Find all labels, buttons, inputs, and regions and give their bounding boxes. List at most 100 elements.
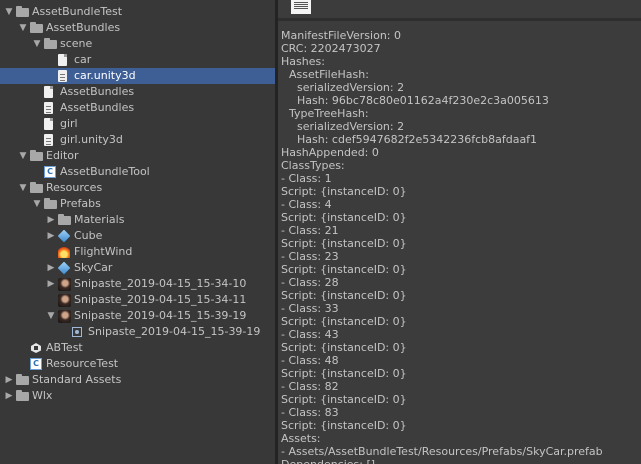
manifest-line: Script: {instanceID: 0} bbox=[281, 289, 407, 302]
expanded-arrow-icon[interactable]: ▼ bbox=[17, 148, 29, 164]
no-arrow bbox=[31, 116, 43, 132]
tree-item-standard-assets[interactable]: ▶ Standard Assets bbox=[0, 372, 275, 388]
collapsed-arrow-icon[interactable]: ▶ bbox=[45, 212, 57, 228]
inspector-header-divider bbox=[278, 18, 641, 21]
collapsed-arrow-icon[interactable]: ▶ bbox=[45, 260, 57, 276]
tree-item-label: scene bbox=[60, 37, 93, 50]
expanded-arrow-icon[interactable]: ▼ bbox=[17, 180, 29, 196]
folder-icon bbox=[58, 214, 71, 225]
manifest-line: Hash: 96bc78c80e01162a4f230e2c3a005613 bbox=[297, 94, 549, 107]
tree-item-assetbundles-manifest[interactable]: AssetBundles bbox=[0, 100, 275, 116]
tree-item-wlx[interactable]: ▶ Wlx bbox=[0, 388, 275, 404]
expanded-arrow-icon[interactable]: ▼ bbox=[45, 308, 57, 324]
collapsed-arrow-icon[interactable]: ▶ bbox=[45, 276, 57, 292]
expanded-arrow-icon[interactable]: ▼ bbox=[17, 20, 29, 36]
expanded-arrow-icon[interactable]: ▼ bbox=[31, 196, 43, 212]
tree-item-girl[interactable]: girl bbox=[0, 116, 275, 132]
manifest-line: Script: {instanceID: 0} bbox=[281, 367, 407, 380]
no-arrow bbox=[45, 52, 57, 68]
manifest-line: TypeTreeHash: bbox=[289, 107, 369, 120]
tree-item-skycar[interactable]: ▶ SkyCar bbox=[0, 260, 275, 276]
tree-item-snipaste-3-sprite[interactable]: Snipaste_2019-04-15_15-39-19 bbox=[0, 324, 275, 340]
tree-item-abtest[interactable]: ABTest bbox=[0, 340, 275, 356]
tree-item-label: Snipaste_2019-04-15_15-34-11 bbox=[74, 293, 247, 306]
tree-item-car[interactable]: car bbox=[0, 52, 275, 68]
particle-fire-icon bbox=[58, 246, 70, 258]
tree-item-label: car bbox=[74, 53, 92, 66]
tree-item-car-unity3d[interactable]: car.unity3d bbox=[0, 68, 275, 84]
tree-item-snipaste-2[interactable]: Snipaste_2019-04-15_15-34-11 bbox=[0, 292, 275, 308]
tree-item-editor[interactable]: ▼ Editor bbox=[0, 148, 275, 164]
text-file-icon bbox=[44, 102, 53, 114]
folder-icon bbox=[30, 22, 43, 33]
tree-item-assetbundletest[interactable]: ▼ AssetBundleTest bbox=[0, 4, 275, 20]
manifest-line: - Class: 4 bbox=[281, 198, 332, 211]
collapsed-arrow-icon[interactable]: ▶ bbox=[3, 388, 15, 404]
no-arrow bbox=[31, 164, 43, 180]
manifest-line: Script: {instanceID: 0} bbox=[281, 393, 407, 406]
manifest-line: AssetFileHash: bbox=[289, 68, 369, 81]
no-arrow bbox=[45, 68, 57, 84]
no-arrow bbox=[59, 324, 71, 340]
folder-icon bbox=[30, 150, 43, 161]
asset-preview-thumbnail bbox=[291, 0, 311, 14]
tree-item-assetbundles-folder[interactable]: ▼ AssetBundles bbox=[0, 20, 275, 36]
manifest-line: Script: {instanceID: 0} bbox=[281, 237, 407, 250]
text-file-icon bbox=[58, 70, 67, 82]
tree-item-flightwind[interactable]: FlightWind bbox=[0, 244, 275, 260]
manifest-line: - Class: 43 bbox=[281, 328, 339, 341]
manifest-line: - Class: 21 bbox=[281, 224, 339, 237]
file-icon bbox=[58, 54, 67, 66]
tree-item-snipaste-1[interactable]: ▶ Snipaste_2019-04-15_15-34-10 bbox=[0, 276, 275, 292]
collapsed-arrow-icon[interactable]: ▶ bbox=[3, 372, 15, 388]
folder-icon bbox=[16, 374, 29, 385]
no-arrow bbox=[17, 356, 29, 372]
folder-icon bbox=[44, 38, 57, 49]
prefab-cube-icon bbox=[57, 229, 71, 243]
tree-item-label: Materials bbox=[74, 213, 125, 226]
tree-item-label: AssetBundles bbox=[60, 85, 135, 98]
tree-item-materials[interactable]: ▶ Materials bbox=[0, 212, 275, 228]
expanded-arrow-icon[interactable]: ▼ bbox=[3, 4, 15, 20]
inspector-panel: ManifestFileVersion: 0 CRC: 2202473027 Has… bbox=[278, 0, 641, 464]
collapsed-arrow-icon[interactable]: ▶ bbox=[45, 228, 57, 244]
manifest-line: Dependencies: [] bbox=[281, 458, 375, 464]
manifest-line: - Class: 23 bbox=[281, 250, 339, 263]
tree-item-girl-unity3d[interactable]: girl.unity3d bbox=[0, 132, 275, 148]
tree-item-label: ResourceTest bbox=[46, 357, 119, 370]
manifest-line: Script: {instanceID: 0} bbox=[281, 341, 407, 354]
image-thumbnail-icon bbox=[58, 310, 71, 323]
tree-item-resources[interactable]: ▼ Resources bbox=[0, 180, 275, 196]
tree-item-snipaste-3[interactable]: ▼ Snipaste_2019-04-15_15-39-19 bbox=[0, 308, 275, 324]
no-arrow bbox=[31, 84, 43, 100]
tree-item-cube[interactable]: ▶ Cube bbox=[0, 228, 275, 244]
tree-item-label: FlightWind bbox=[74, 245, 133, 258]
tree-item-label: AssetBundleTest bbox=[32, 5, 123, 18]
manifest-line: serializedVersion: 2 bbox=[297, 81, 405, 94]
manifest-line: Hashes: bbox=[281, 55, 325, 68]
manifest-line: - Class: 33 bbox=[281, 302, 339, 315]
tree-item-assetbundletool[interactable]: C AssetBundleTool bbox=[0, 164, 275, 180]
tree-item-label: Standard Assets bbox=[32, 373, 122, 386]
manifest-line: Script: {instanceID: 0} bbox=[281, 315, 407, 328]
manifest-line: - Class: 83 bbox=[281, 406, 339, 419]
tree-item-resourcetest[interactable]: C ResourceTest bbox=[0, 356, 275, 372]
project-tree-panel: ▼ AssetBundleTest ▼ AssetBundles ▼ scene car ca… bbox=[0, 0, 275, 464]
tree-item-assetbundles-file[interactable]: AssetBundles bbox=[0, 84, 275, 100]
tree-item-label: Prefabs bbox=[60, 197, 101, 210]
tree-item-label: Wlx bbox=[32, 389, 53, 402]
manifest-line: serializedVersion: 2 bbox=[297, 120, 405, 133]
unity-scene-icon bbox=[30, 342, 42, 354]
manifest-line: Hash: cdef5947682f2e5342236fcb8afdaaf1 bbox=[297, 133, 538, 146]
prefab-cube-icon bbox=[57, 261, 71, 275]
tree-item-prefabs[interactable]: ▼ Prefabs bbox=[0, 196, 275, 212]
expanded-arrow-icon[interactable]: ▼ bbox=[31, 36, 43, 52]
tree-item-scene[interactable]: ▼ scene bbox=[0, 36, 275, 52]
image-thumbnail-icon bbox=[58, 278, 71, 291]
sprite-icon bbox=[72, 327, 82, 337]
tree-item-label: Editor bbox=[46, 149, 79, 162]
manifest-line: - Class: 1 bbox=[281, 172, 332, 185]
folder-icon bbox=[16, 6, 29, 17]
manifest-line: - Class: 28 bbox=[281, 276, 339, 289]
manifest-line: Script: {instanceID: 0} bbox=[281, 185, 407, 198]
